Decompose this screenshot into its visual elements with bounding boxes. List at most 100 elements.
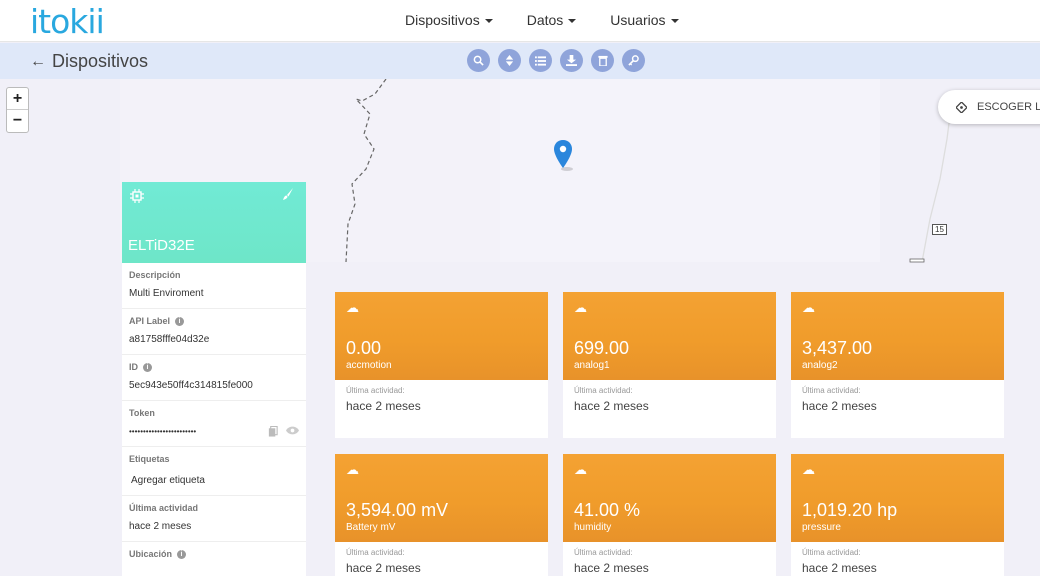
variable-label: pressure — [802, 522, 841, 533]
device-field-token: Token •••••••••••••••••••••••• — [122, 401, 306, 447]
activity-label: Última actividad: — [802, 386, 861, 395]
field-value[interactable]: Multi Enviroment — [129, 280, 299, 308]
field-label: Última actividad — [129, 503, 199, 513]
variable-value: 3,437.00 — [802, 338, 873, 358]
info-icon[interactable]: i — [143, 362, 152, 372]
activity-value: hace 2 meses — [346, 399, 421, 413]
caret-down-icon — [568, 19, 577, 23]
key-icon — [628, 55, 639, 66]
search-icon — [473, 55, 484, 66]
variable-card-battery[interactable]: ☁ 3,594.00 mV Battery mV Última activida… — [335, 454, 548, 576]
info-icon[interactable]: i — [175, 316, 185, 326]
field-label: Descripción — [129, 270, 181, 280]
activity-value: hace 2 meses — [802, 399, 877, 413]
page-title: Dispositivos — [52, 51, 149, 71]
top-navbar: itokii Dispositivos Datos Usuarios — [0, 0, 1040, 42]
choose-location-button[interactable]: ESCOGER LO — [938, 90, 1040, 124]
variable-label: Battery mV — [346, 522, 396, 533]
field-value: hace 2 meses — [129, 521, 192, 532]
zoom-out-button[interactable]: − — [7, 110, 28, 132]
list-icon — [535, 55, 546, 66]
activity-label: Última actividad: — [802, 548, 861, 557]
main-nav: Dispositivos Datos Usuarios — [405, 12, 679, 28]
nav-item-usuarios[interactable]: Usuarios — [610, 12, 679, 28]
activity-label: Última actividad: — [346, 386, 405, 395]
paintbrush-icon[interactable] — [282, 188, 294, 200]
device-field-id: ID i 5ec943e50ff4c314815fe000 — [122, 355, 306, 401]
device-field-location: Ubicación i — [122, 542, 306, 559]
cloud-upload-icon: ☁ — [574, 462, 587, 477]
chip-icon — [130, 189, 144, 203]
activity-label: Última actividad: — [574, 386, 633, 395]
search-button[interactable] — [467, 49, 490, 72]
key-button[interactable] — [622, 49, 645, 72]
device-field-api-label: API Label i a81758fffe04d32e — [122, 309, 306, 355]
device-field-description: Descripción Multi Enviroment — [122, 263, 306, 309]
field-value: 5ec943e50ff4c314815fe000 — [129, 380, 253, 391]
zoom-in-button[interactable]: + — [7, 88, 28, 110]
cloud-upload-icon: ☁ — [346, 300, 359, 315]
caret-down-icon — [484, 19, 493, 23]
add-tag-button[interactable]: Agregar etiqueta — [129, 464, 299, 495]
field-label: Etiquetas — [129, 454, 170, 464]
nav-item-datos[interactable]: Datos — [527, 12, 577, 28]
variable-card-humidity[interactable]: ☁ 41.00 % humidity Última actividad: hac… — [563, 454, 776, 576]
variable-label: accmotion — [346, 360, 392, 371]
device-card-header: ELTiD32E — [122, 182, 306, 263]
download-button[interactable] — [560, 49, 583, 72]
nav-item-label: Dispositivos — [405, 12, 480, 28]
variable-value: 0.00 — [346, 338, 382, 358]
zoom-control: + − — [6, 87, 29, 133]
nav-item-label: Datos — [526, 12, 564, 28]
logo[interactable]: itokii — [30, 2, 105, 41]
eye-icon[interactable] — [286, 426, 299, 435]
field-label: Token — [129, 408, 155, 418]
variable-card-accmotion[interactable]: ☁ 0.00 accmotion Última actividad: hace … — [335, 292, 548, 438]
variable-card-analog2[interactable]: ☁ 3,437.00 analog2 Última actividad: hac… — [791, 292, 1004, 438]
sort-icon — [505, 55, 514, 66]
variable-card-pressure[interactable]: ☁ 1,019.20 hp pressure Última actividad:… — [791, 454, 1004, 576]
activity-value: hace 2 meses — [802, 561, 877, 575]
nav-item-label: Usuarios — [610, 12, 666, 28]
variable-value: 41.00 % — [574, 500, 641, 520]
list-button[interactable] — [529, 49, 552, 72]
back-link[interactable]: ← Dispositivos — [30, 51, 148, 72]
trash-icon — [597, 55, 608, 66]
field-value[interactable]: a81758fffe04d32e — [129, 326, 299, 354]
choose-location-label: ESCOGER LO — [977, 101, 1040, 113]
map-marker-icon[interactable] — [553, 140, 575, 172]
device-name: ELTiD32E — [128, 237, 195, 254]
field-label: ID — [129, 362, 138, 372]
arrow-left-icon: ← — [30, 52, 46, 70]
variable-card-analog1[interactable]: ☁ 699.00 analog1 Última actividad: hace … — [563, 292, 776, 438]
copy-icon[interactable] — [268, 426, 278, 437]
variable-label: analog1 — [574, 360, 610, 371]
activity-label: Última actividad: — [574, 548, 633, 557]
info-icon[interactable]: i — [177, 549, 187, 559]
device-field-last-activity: Última actividad hace 2 meses — [122, 496, 306, 542]
crosshair-icon — [956, 101, 967, 113]
activity-value: hace 2 meses — [574, 399, 649, 413]
nav-item-dispositivos[interactable]: Dispositivos — [405, 12, 493, 28]
variable-value: 1,019.20 hp — [802, 500, 898, 520]
variable-value: 699.00 — [574, 338, 630, 358]
cloud-upload-icon: ☁ — [802, 300, 815, 315]
route-shield: 15 — [932, 224, 947, 235]
page-header: ← Dispositivos — [0, 43, 1040, 79]
token-value: •••••••••••••••••••••••• — [129, 427, 197, 436]
activity-value: hace 2 meses — [346, 561, 421, 575]
variable-value: 3,594.00 mV — [346, 500, 449, 520]
toolbar — [467, 49, 645, 72]
download-icon — [566, 55, 577, 66]
field-label: Ubicación — [129, 549, 173, 559]
sort-button[interactable] — [498, 49, 521, 72]
field-label: API Label — [129, 316, 171, 326]
caret-down-icon — [670, 19, 679, 23]
variable-label: analog2 — [802, 360, 838, 371]
cloud-upload-icon: ☁ — [346, 462, 359, 477]
activity-label: Última actividad: — [346, 548, 405, 557]
cloud-upload-icon: ☁ — [574, 300, 587, 315]
device-card: ELTiD32E Descripción Multi Enviroment AP… — [122, 182, 306, 576]
variable-label: humidity — [574, 522, 612, 533]
delete-button[interactable] — [591, 49, 614, 72]
